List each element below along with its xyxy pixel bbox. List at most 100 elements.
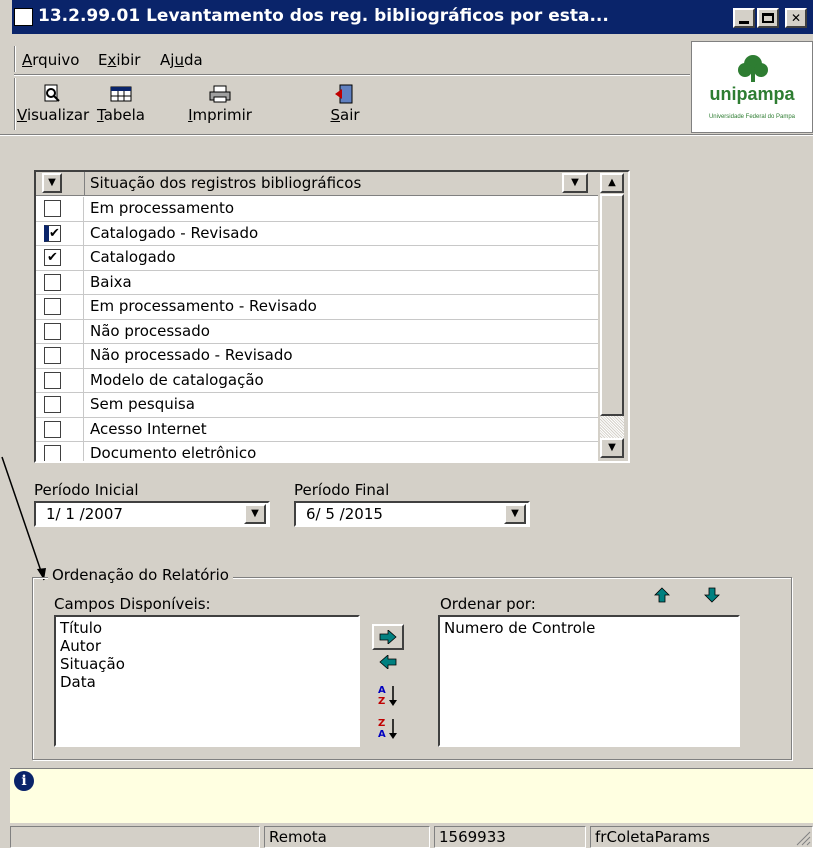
list-item[interactable]: ✔ Catalogado - Revisado [36, 221, 598, 246]
checkbox[interactable] [44, 298, 61, 315]
list-item[interactable]: Não processado [36, 319, 598, 344]
sort-az-icon: A Z [378, 685, 397, 707]
list-item[interactable]: Sem pesquisa [36, 393, 598, 418]
list-item[interactable]: Numero de Controle [444, 619, 734, 637]
scroll-thumb[interactable] [600, 194, 624, 416]
minimize-button[interactable] [733, 8, 755, 28]
svg-text:A: A [378, 729, 386, 740]
svg-text:Z: Z [378, 718, 385, 729]
list-item[interactable]: Situação [60, 655, 354, 673]
arrow-left-icon [379, 654, 397, 670]
move-down-button[interactable] [704, 587, 720, 607]
move-up-button[interactable] [654, 587, 670, 607]
list-item[interactable]: Modelo de catalogação [36, 368, 598, 393]
periodo-final-label: Período Final [294, 481, 390, 499]
ordenar-por-list[interactable]: Numero de Controle [438, 615, 740, 747]
scroll-down-button[interactable]: ▼ [600, 438, 624, 458]
list-item[interactable]: Data [60, 673, 354, 691]
checkbox[interactable] [44, 396, 61, 413]
situacao-header-label: Situação dos registros bibliográficos [90, 174, 362, 192]
checkbox-cell [36, 197, 84, 221]
printer-icon [208, 84, 232, 104]
periodo-final-dropdown[interactable]: ▼ [504, 504, 526, 524]
menu-grip [14, 46, 16, 72]
list-item[interactable]: Em processamento [36, 197, 598, 222]
checkbox[interactable] [44, 420, 61, 438]
remove-field-button[interactable] [379, 654, 397, 673]
list-item[interactable]: Autor [60, 637, 354, 655]
list-item[interactable]: Título [60, 619, 354, 637]
resize-grip-icon[interactable] [793, 828, 811, 846]
column-dropdown-button[interactable]: ▼ [562, 173, 588, 193]
list-item[interactable]: Documento eletrônico [36, 442, 598, 461]
arrow-down-icon: ▼ [608, 442, 616, 453]
checkbox[interactable] [44, 445, 61, 461]
menu-separator [14, 74, 690, 76]
campos-disponiveis-list[interactable]: Título Autor Situação Data [54, 615, 360, 747]
vertical-scrollbar[interactable]: ▲ ▼ [598, 172, 628, 461]
checkbox[interactable]: ✔ [44, 224, 61, 242]
preview-icon [40, 84, 64, 104]
checkbox-cell [36, 344, 84, 368]
campos-disponiveis-label: Campos Disponíveis: [54, 595, 211, 613]
scroll-track[interactable] [600, 416, 624, 438]
checkbox-cell [36, 368, 84, 392]
situacao-list[interactable]: ▼ Situação dos registros bibliográficos … [34, 170, 630, 463]
list-item[interactable]: Acesso Internet [36, 417, 598, 442]
periodo-inicial-field[interactable]: 1/ 1 /2007 ▼ [34, 501, 270, 527]
maximize-icon [762, 13, 774, 23]
menu-ajuda[interactable]: Ajuda [160, 51, 203, 69]
arrow-right-icon [379, 630, 397, 644]
add-field-button[interactable] [372, 624, 404, 650]
header-dropdown-button[interactable]: ▼ [42, 173, 62, 193]
list-item[interactable]: Baixa [36, 270, 598, 295]
menu-arquivo[interactable]: Arquivo [22, 51, 79, 69]
row-label: Catalogado - Revisado [90, 223, 259, 242]
svg-text:Universidade Federal do Pampa: Universidade Federal do Pampa [709, 114, 796, 120]
checkbox-cell [36, 319, 84, 343]
sort-ascending-button[interactable]: A Z [377, 683, 399, 711]
chevron-down-icon: ▼ [251, 508, 259, 519]
ordenar-por-label: Ordenar por: [440, 595, 536, 613]
scroll-up-button[interactable]: ▲ [600, 173, 624, 193]
row-label: Modelo de catalogação [90, 370, 264, 389]
row-label: Em processamento [90, 199, 235, 217]
row-label: Não processado - Revisado [90, 346, 293, 364]
chevron-down-icon: ▼ [511, 508, 519, 519]
tabela-button[interactable]: Tabela [86, 84, 156, 124]
checkmark-icon: ✔ [49, 225, 60, 241]
checkbox[interactable] [44, 322, 61, 340]
row-label: Não processado [90, 321, 210, 340]
svg-text:Z: Z [378, 696, 385, 707]
arrow-down-icon [704, 587, 720, 603]
checkbox[interactable] [44, 273, 61, 291]
list-item[interactable]: Em processamento - Revisado [36, 295, 598, 320]
visualizar-button[interactable]: Visualizar [17, 84, 89, 124]
checkmark-icon: ✔ [47, 250, 58, 265]
window-title: 13.2.99.01 Levantamento dos reg. bibliog… [38, 6, 609, 26]
unipampa-logo: unipampa Universidade Federal do Pampa [691, 41, 813, 133]
minimize-icon [739, 20, 749, 24]
checkbox[interactable] [44, 347, 61, 364]
checkbox[interactable] [44, 200, 61, 217]
menu-exibir[interactable]: Exibir [98, 51, 140, 69]
sort-descending-button[interactable]: Z A [377, 716, 399, 744]
checkbox-cell [36, 442, 84, 461]
toolbar-separator [0, 134, 813, 136]
checkbox[interactable] [44, 371, 61, 389]
checkbox-cell [36, 270, 84, 294]
close-icon: ✕ [790, 11, 802, 25]
sair-button[interactable]: Sair [310, 84, 380, 124]
checkbox[interactable]: ✔ [44, 249, 61, 266]
message-area [10, 768, 813, 823]
situacao-list-header: ▼ Situação dos registros bibliográficos … [36, 172, 598, 196]
periodo-final-field[interactable]: 6/ 5 /2015 ▼ [294, 501, 530, 527]
imprimir-button[interactable]: Imprimir [185, 84, 255, 124]
exit-door-icon [333, 84, 357, 104]
toolbar-grip [14, 78, 16, 130]
periodo-inicial-dropdown[interactable]: ▼ [244, 504, 266, 524]
maximize-button[interactable] [757, 8, 779, 28]
close-button[interactable]: ✕ [785, 8, 807, 28]
list-item[interactable]: ✔ Catalogado [36, 246, 598, 271]
list-item[interactable]: Não processado - Revisado [36, 344, 598, 369]
